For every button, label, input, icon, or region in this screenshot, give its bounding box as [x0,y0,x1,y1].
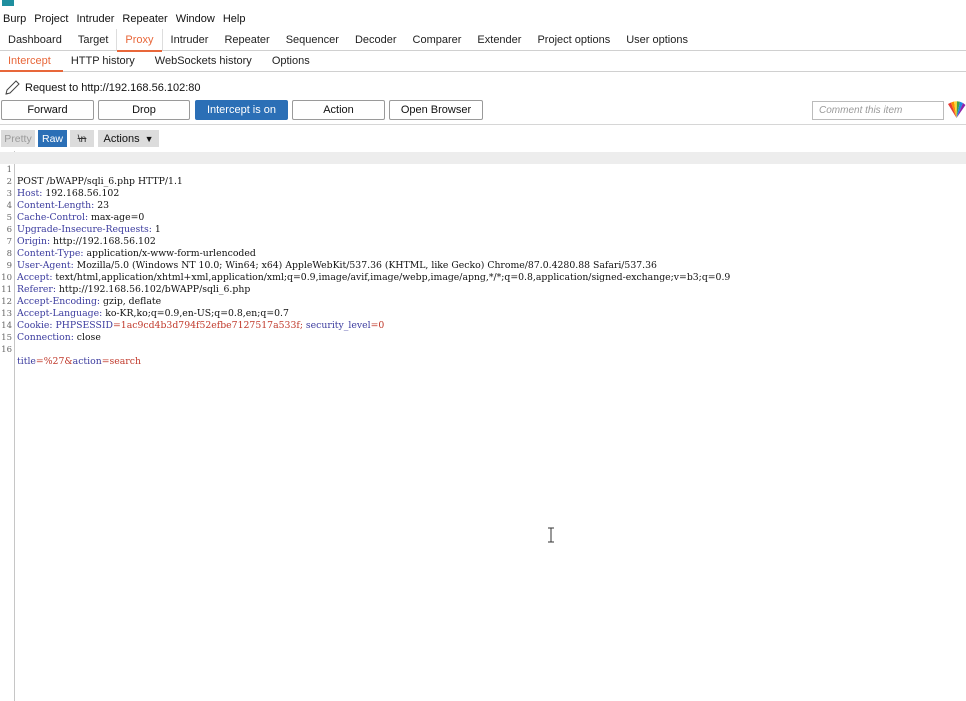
tab-decoder[interactable]: Decoder [347,29,405,50]
request-line: 10 Referer: http://192.168.56.102/bWAPP/… [0,260,966,295]
raw-toggle[interactable]: Raw [38,130,67,147]
main-tabs: Dashboard Target Proxy Intruder Repeater… [0,29,966,52]
tab-target[interactable]: Target [70,29,117,50]
request-line: 14 Connection: close [0,308,966,343]
chevron-down-icon: ▼ [144,133,154,144]
tab-sequencer[interactable]: Sequencer [278,29,347,50]
subtab-intercept[interactable]: Intercept [0,51,63,72]
newline-toggle[interactable]: \n [70,130,94,147]
forward-button[interactable]: Forward [1,100,94,120]
highlight-color-icon[interactable] [947,101,966,119]
tab-intruder[interactable]: Intruder [163,29,217,50]
tab-repeater[interactable]: Repeater [216,29,277,50]
request-editor[interactable]: 1 POST /bWAPP/sqli_6.php HTTP/1.1 2 Host… [0,151,966,701]
actions-dropdown-label: Actions [103,132,140,145]
request-line: 4 Cache-Control: max-age=0 [0,188,966,223]
body-param-key: action [72,356,102,367]
menu-repeater[interactable]: Repeater [121,13,173,25]
intercept-toggle-button[interactable]: Intercept is on [195,100,288,120]
drop-button[interactable]: Drop [98,100,190,120]
request-line: 6 Origin: http://192.168.56.102 [0,212,966,247]
pretty-toggle[interactable]: Pretty [1,130,35,147]
tab-comparer[interactable]: Comparer [405,29,470,50]
text-cursor-icon [548,527,554,543]
menu-intruder[interactable]: Intruder [76,13,121,25]
tab-extender[interactable]: Extender [469,29,529,50]
title-bar [0,0,966,8]
subtab-http-history[interactable]: HTTP history [63,51,147,71]
message-view-bar: Pretty Raw \n Actions ▼ [0,129,159,148]
request-line: 15 [0,320,966,343]
request-line: 2 Host: 192.168.56.102 [0,164,966,199]
request-line: 16 title=%27&action=search [0,332,966,367]
request-line: 7 Content-Type: application/x-www-form-u… [0,224,966,259]
action-button[interactable]: Action [292,100,385,120]
request-line: 3 Content-Length: 23 [0,176,966,211]
tab-user-options[interactable]: User options [618,29,696,50]
subtab-websockets-history[interactable]: WebSockets history [147,51,264,71]
open-browser-button[interactable]: Open Browser [389,100,483,120]
menu-window[interactable]: Window [175,13,221,25]
body-param-key: title [17,356,36,367]
request-info: Request to http://192.168.56.102:80 [0,78,201,98]
subtab-options[interactable]: Options [264,51,322,71]
comment-input[interactable]: Comment this item [812,101,944,120]
actions-dropdown[interactable]: Actions ▼ [98,130,159,147]
request-line: 8 User-Agent: Mozilla/5.0 (Windows NT 10… [0,236,966,271]
request-line: 1 POST /bWAPP/sqli_6.php HTTP/1.1 [0,152,966,187]
menu-help[interactable]: Help [222,13,252,25]
tab-proxy[interactable]: Proxy [116,29,163,52]
pencil-icon[interactable] [3,80,21,96]
toolbar-divider [0,124,966,125]
tab-dashboard[interactable]: Dashboard [0,29,70,50]
intercept-toolbar: Forward Drop Intercept is on Action Open… [0,100,966,122]
body-param-value: =%27& [35,356,73,367]
menu-burp[interactable]: Burp [2,13,32,25]
menu-project[interactable]: Project [33,13,74,25]
tab-project-options[interactable]: Project options [529,29,618,50]
request-line: 12 Accept-Language: ko-KR,ko;q=0.9,en-US… [0,284,966,319]
burp-logo-icon [2,0,14,6]
request-line: 13 Cookie: PHPSESSID=1ac9cd4b3d794f52efb… [0,296,966,331]
request-target-label: Request to http://192.168.56.102:80 [25,82,201,94]
request-line: 11 Accept-Encoding: gzip, deflate [0,272,966,307]
request-line: 5 Upgrade-Insecure-Requests: 1 [0,200,966,235]
proxy-sub-tabs: Intercept HTTP history WebSockets histor… [0,51,966,72]
line-number: 16 [1,345,12,355]
body-param-value: =search [101,356,141,367]
request-line: 9 Accept: text/html,application/xhtml+xm… [0,248,966,283]
menu-bar: Burp Project Intruder Repeater Window He… [0,9,966,29]
